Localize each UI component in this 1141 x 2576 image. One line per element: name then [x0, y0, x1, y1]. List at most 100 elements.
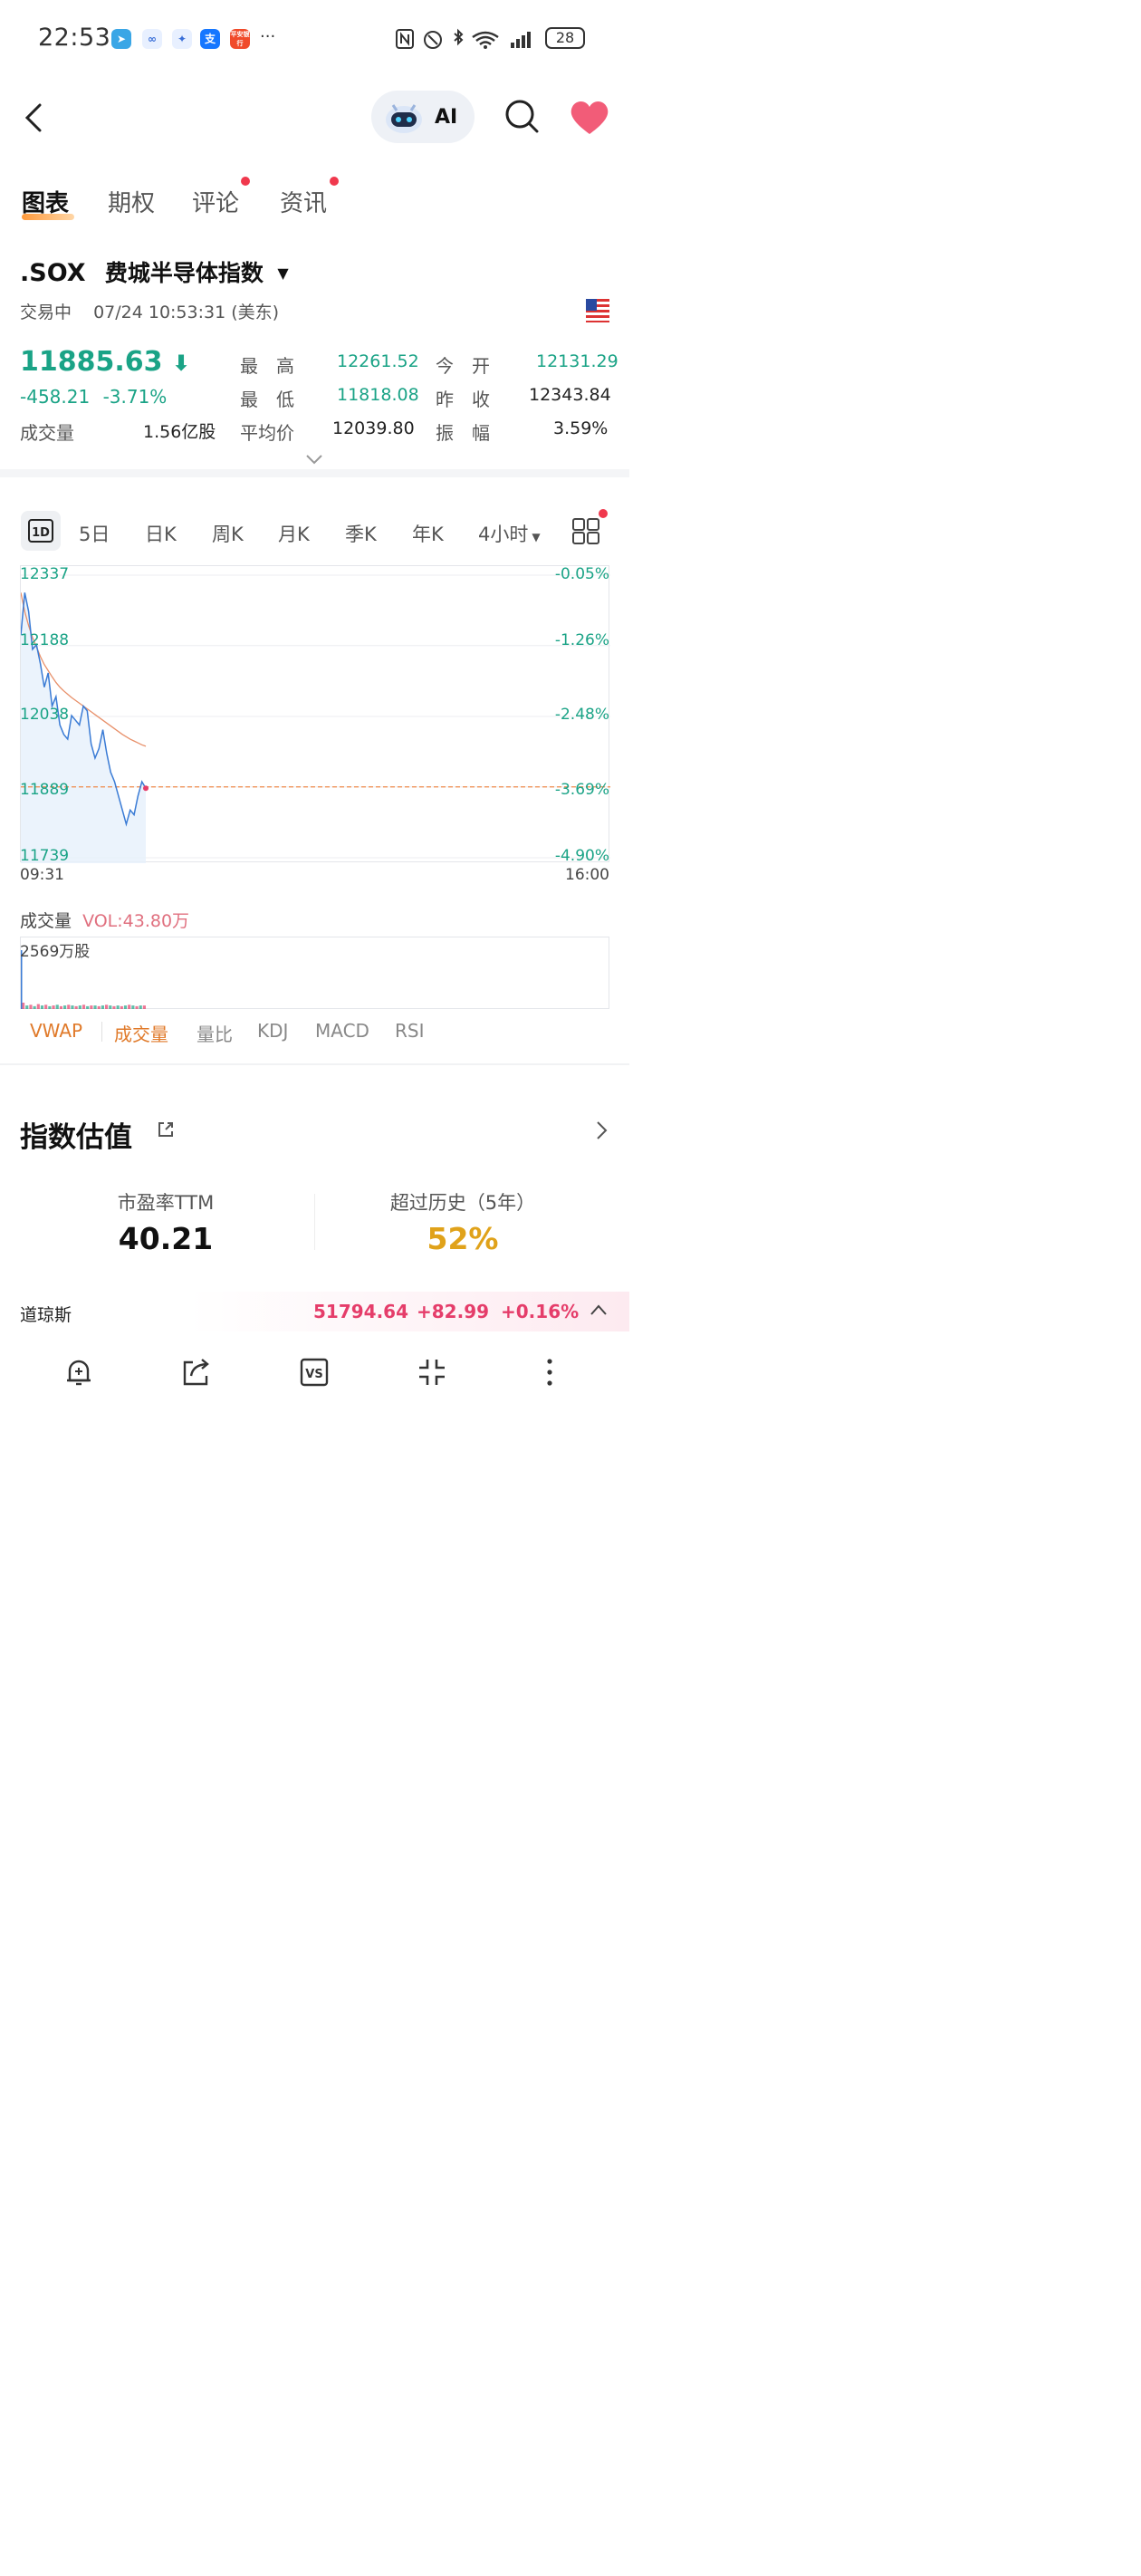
x-tick-start: 09:31	[20, 866, 64, 884]
period-quarterly-k[interactable]: 季K	[345, 520, 377, 547]
volume-bar	[90, 1005, 93, 1009]
vs-compare-icon[interactable]: VS	[298, 1356, 331, 1389]
caret-down-icon: ▼	[532, 531, 541, 543]
more-vert-icon[interactable]	[533, 1356, 566, 1389]
signal-icon	[511, 32, 531, 48]
volume-bar	[97, 1005, 101, 1009]
search-icon[interactable]	[502, 96, 542, 136]
share-out-icon[interactable]	[156, 1120, 176, 1139]
chevron-down-icon: ▼	[277, 264, 289, 282]
indicator-macd[interactable]: MACD	[315, 1020, 369, 1042]
stat-label-amplitude: 振 幅	[436, 422, 490, 444]
bluetooth-icon	[454, 28, 464, 46]
volume-bar	[142, 1005, 146, 1009]
arrow-down-icon: ⬇	[171, 351, 191, 376]
chart-svg	[20, 574, 610, 863]
alipay-icon: 支	[200, 29, 220, 49]
period-weekly-k[interactable]: 周K	[212, 520, 244, 547]
pct-tick-label: -4.90%	[554, 847, 609, 865]
volume-bar	[135, 1005, 139, 1009]
indicator-kdj[interactable]: KDJ	[257, 1020, 288, 1042]
ticker-change: +82.99	[417, 1301, 490, 1322]
period-monthly-k[interactable]: 月K	[278, 520, 310, 547]
news-badge-dot	[330, 177, 339, 186]
volume-bar	[33, 1005, 36, 1009]
us-flag-icon	[586, 299, 609, 322]
screen: { "status_bar": {"time": "22:53", "more"…	[0, 0, 629, 1416]
indicator-volume[interactable]: 成交量	[114, 1020, 168, 1046]
stat-label-high: 最 高	[240, 355, 294, 377]
pct-tick-label: -0.05%	[554, 565, 609, 583]
y-tick-label: 11889	[20, 781, 70, 799]
symbol-name: 费城半导体指数	[104, 260, 264, 286]
indicator-vwap[interactable]: VWAP	[30, 1020, 82, 1042]
more-notifications: ···	[260, 27, 276, 46]
x-tick-end: 16:00	[565, 866, 609, 884]
wifi-icon	[472, 31, 499, 49]
ticker-pct: +0.16%	[501, 1301, 580, 1322]
alarm-icon	[424, 31, 442, 49]
volume-section-title: 成交量 VOL:43.80万	[20, 911, 190, 931]
stat-label-prev-close: 昨 收	[436, 389, 490, 410]
volume-label: 成交量	[20, 422, 74, 444]
chevron-right-icon[interactable]	[593, 1120, 611, 1141]
indicator-rsi[interactable]: RSI	[395, 1020, 425, 1042]
volume-bar	[139, 1005, 142, 1009]
volume-bar	[120, 1005, 123, 1009]
period-4h-dropdown[interactable]: 4小时 ▼	[478, 520, 541, 547]
volume-bar	[55, 1004, 59, 1009]
svg-text:1D: 1D	[32, 526, 50, 540]
period-1d-button[interactable]: 1D	[21, 511, 61, 551]
market-status: 交易中	[20, 303, 72, 322]
volume-bar	[67, 1004, 71, 1009]
favorite-heart-icon[interactable]	[569, 98, 610, 136]
period-yearly-k[interactable]: 年K	[412, 520, 444, 547]
period-5d[interactable]: 5日	[79, 520, 110, 547]
expand-chevron-icon[interactable]	[304, 453, 324, 466]
stat-label-avg: 平均价	[240, 422, 294, 444]
ai-robot-icon	[386, 104, 422, 133]
app-icon: ∞	[142, 29, 162, 49]
pct-tick-label: -1.26%	[554, 631, 609, 649]
alert-bell-icon[interactable]	[62, 1356, 95, 1389]
y-tick-label: 11739	[20, 847, 70, 865]
pct-tick-label: -2.48%	[554, 706, 609, 724]
volume-bar	[128, 1004, 131, 1009]
nfc-icon	[396, 29, 414, 49]
volume-bar	[59, 1005, 62, 1009]
volume-value: 1.56亿股	[143, 422, 216, 442]
volume-bar	[105, 1004, 109, 1009]
volume-bar	[71, 1005, 74, 1009]
pct-tick-label: -3.69%	[554, 781, 609, 799]
volume-bar	[116, 1005, 120, 1009]
battery-icon: 28	[545, 27, 585, 49]
volume-bar	[123, 1005, 128, 1009]
collapse-icon[interactable]	[416, 1356, 448, 1389]
volume-chart[interactable]	[20, 937, 609, 1009]
volume-bar	[86, 1005, 90, 1009]
share-icon[interactable]	[180, 1356, 213, 1389]
tab-options[interactable]: 期权	[108, 185, 155, 218]
tab-chart[interactable]: 图表	[22, 185, 69, 218]
indicator-volume-ratio[interactable]: 量比	[197, 1020, 233, 1046]
svg-text:VS: VS	[305, 1368, 322, 1381]
ticker-value: 51794.64	[313, 1301, 409, 1322]
chevron-up-icon[interactable]	[589, 1302, 609, 1317]
volume-bar	[36, 1004, 40, 1009]
trade-status: 交易中 07/24 10:53:31 (美东)	[20, 299, 279, 323]
volume-bar	[63, 1005, 67, 1009]
intraday-chart[interactable]	[20, 565, 610, 863]
tab-news[interactable]: 资讯	[280, 185, 327, 218]
grid-layout-icon[interactable]	[570, 513, 603, 545]
history-label: 超过历史（5年）	[389, 1192, 536, 1214]
stat-value-open: 12131.29	[536, 351, 618, 371]
volume-bar	[74, 1005, 78, 1009]
period-daily-k[interactable]: 日K	[145, 520, 177, 547]
stat-value-low: 11818.08	[337, 385, 419, 405]
tab-comments[interactable]: 评论	[192, 185, 239, 218]
stat-value-avg: 12039.80	[332, 418, 415, 438]
calendar-1d-icon: 1D	[28, 519, 53, 543]
back-icon[interactable]	[18, 98, 54, 138]
symbol-title[interactable]: .SOX 费城半导体指数 ▼	[20, 255, 289, 288]
vol-value: VOL:43.80万	[82, 911, 190, 931]
